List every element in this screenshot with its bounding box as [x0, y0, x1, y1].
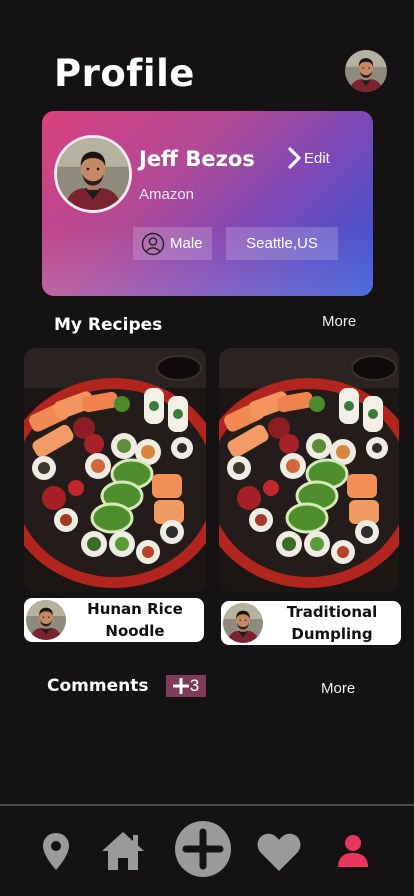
recipe-name: Hunan Rice Noodle — [87, 600, 183, 640]
gender-chip: Male — [133, 227, 212, 260]
avatar[interactable] — [345, 50, 387, 92]
comments-more-link[interactable]: More — [321, 680, 355, 697]
recipes-more-link[interactable]: More — [322, 313, 356, 330]
profile-name: Jeff Bezos — [139, 147, 255, 171]
recipe-name: Traditional Dumpling — [286, 603, 378, 643]
author-avatar — [26, 600, 66, 640]
comments-count-badge[interactable]: 3 — [166, 675, 206, 697]
recipe-caption[interactable]: Traditional Dumpling — [221, 601, 401, 645]
add-icon[interactable] — [174, 820, 232, 878]
comments-count: 3 — [189, 676, 200, 695]
bottom-nav — [0, 804, 414, 896]
edit-profile-button[interactable]: Edit — [288, 147, 330, 169]
recipe-card[interactable] — [24, 348, 206, 592]
location-chip: Seattle,US — [226, 227, 338, 260]
location-label: Seattle,US — [246, 235, 318, 252]
gender-label: Male — [170, 235, 203, 252]
home-icon[interactable] — [100, 830, 146, 872]
recipe-image — [219, 348, 399, 592]
recipe-caption[interactable]: Hunan Rice Noodle — [24, 598, 204, 642]
heart-icon[interactable] — [256, 832, 302, 872]
profile-icon[interactable] — [337, 834, 369, 868]
location-icon[interactable] — [41, 832, 71, 872]
chevron-right-icon — [288, 147, 301, 169]
profile-card: Jeff Bezos Amazon Edit Male Seattle,US — [42, 111, 373, 296]
user-circle-icon — [141, 232, 165, 255]
profile-avatar — [54, 135, 132, 213]
recipe-card[interactable] — [219, 348, 399, 592]
profile-company: Amazon — [139, 186, 195, 203]
edit-label: Edit — [304, 149, 330, 167]
recipe-image — [24, 348, 206, 592]
author-avatar — [223, 603, 263, 643]
my-recipes-title: My Recipes — [54, 315, 163, 335]
page-title: Profile — [54, 52, 195, 95]
plus-icon — [172, 678, 189, 694]
comments-title: Comments — [47, 676, 149, 696]
